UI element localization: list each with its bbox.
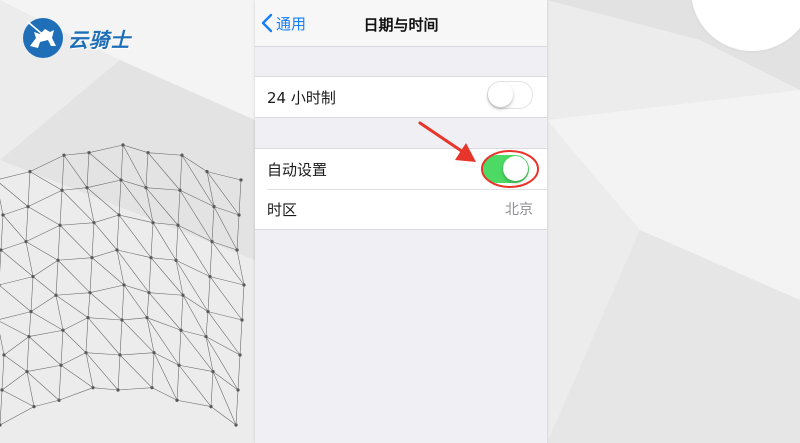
hour24-label: 24 小时制 [267, 88, 336, 107]
mesh-node [181, 293, 185, 297]
auto-set-label: 自动设置 [267, 160, 328, 179]
mesh-node [175, 398, 179, 402]
phone-screen: 通用 日期与时间 24 小时制 自动设置 时区 北京 [255, 0, 547, 443]
mesh-node [208, 274, 212, 279]
mesh-node [25, 369, 29, 374]
timezone-row[interactable]: 时区 北京 [255, 189, 547, 229]
mesh-node [209, 404, 213, 409]
mesh-node [84, 350, 88, 355]
brand-text: 云骑士 [68, 27, 131, 52]
mesh-node [116, 388, 120, 392]
mesh-node [179, 328, 183, 332]
mesh-node [146, 150, 150, 155]
mesh-node [150, 385, 154, 390]
mesh-node [88, 290, 92, 295]
mesh-node [144, 185, 148, 190]
mesh-node [149, 255, 153, 260]
auto-set-row: 自动设置 [255, 149, 547, 189]
mesh-node [32, 404, 36, 409]
mesh-node [2, 353, 6, 357]
mesh-node [54, 293, 58, 297]
watermark-logo: 云骑士 [20, 16, 131, 60]
auto-set-toggle[interactable] [483, 155, 529, 183]
mesh-node [118, 353, 122, 357]
mesh-node [211, 369, 215, 374]
navigation-bar: 通用 日期与时间 [255, 0, 547, 47]
mesh-node [240, 318, 244, 322]
mesh-node [122, 283, 126, 287]
mesh-node [31, 274, 35, 279]
mesh-node [235, 248, 239, 252]
mesh-node [0, 388, 4, 392]
mesh-node [26, 204, 30, 209]
mesh-node [87, 150, 91, 155]
mesh-node [28, 169, 32, 174]
toggle-knob [488, 82, 513, 107]
mesh-node [242, 283, 246, 287]
mesh-node [236, 388, 240, 392]
hour24-row: 24 小时制 [255, 77, 547, 117]
knight-on-horse-icon [23, 18, 63, 58]
mesh-node [180, 153, 184, 157]
mesh-node [59, 363, 63, 367]
mesh-node [27, 334, 31, 339]
mesh-node [238, 353, 242, 357]
mesh-node [60, 188, 64, 192]
mesh-node [151, 220, 155, 225]
mesh-node [56, 258, 60, 262]
mesh-node [177, 363, 181, 367]
mesh-node [152, 350, 156, 355]
mesh-node [57, 398, 61, 402]
mesh-node [115, 248, 119, 252]
mesh-node [234, 423, 238, 427]
mesh-node [205, 169, 209, 174]
mesh-node [62, 153, 66, 157]
mesh-node [204, 334, 208, 339]
mesh-node [92, 220, 96, 225]
mesh-node [0, 423, 2, 427]
mesh-node [147, 290, 151, 295]
toggle-knob [503, 156, 528, 181]
timezone-label: 时区 [267, 200, 298, 219]
mesh-node [0, 248, 3, 252]
mesh-node [86, 315, 90, 320]
page-title: 日期与时间 [363, 16, 439, 34]
mesh-node [90, 255, 94, 260]
date-time-group: 自动设置 时区 北京 [255, 148, 547, 230]
mesh-node [212, 204, 216, 209]
mesh-node [120, 318, 124, 322]
mesh-node [174, 258, 178, 262]
mesh-node [176, 223, 180, 227]
mesh-node [61, 328, 65, 332]
mesh-node [206, 309, 210, 314]
mesh-node [58, 223, 62, 227]
mesh-node [239, 178, 243, 182]
timezone-value: 北京 [505, 202, 533, 218]
mesh-node [121, 143, 125, 147]
mesh-node [178, 188, 182, 192]
mesh-node [117, 213, 121, 217]
mesh-node [1, 213, 5, 217]
mesh-node [24, 239, 28, 244]
hour24-toggle[interactable] [487, 81, 533, 109]
mesh-node [91, 385, 95, 390]
mesh-node [145, 315, 149, 320]
mesh-node [119, 178, 123, 182]
mesh-node [210, 239, 214, 244]
mesh-node [237, 213, 241, 217]
mesh-node [85, 185, 89, 190]
mesh-node [29, 309, 33, 314]
hour-format-group: 24 小时制 [255, 76, 547, 118]
